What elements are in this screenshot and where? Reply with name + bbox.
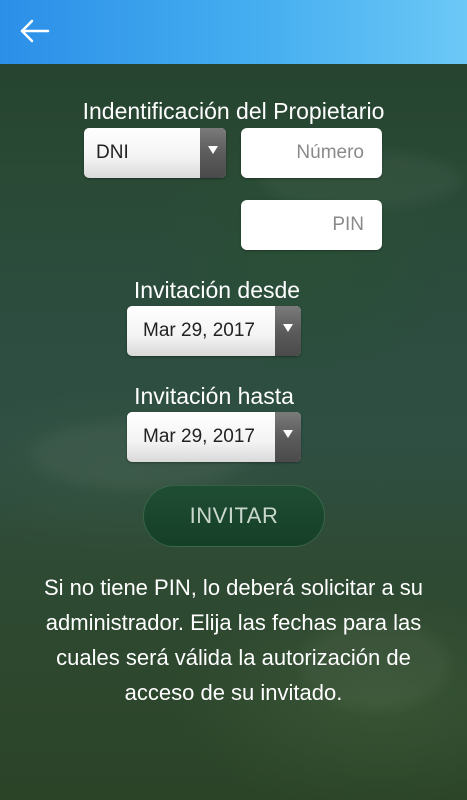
from-date-picker[interactable]: Mar 29, 2017 xyxy=(127,306,301,356)
doc-type-value: DNI xyxy=(96,142,129,163)
dropdown-toggle[interactable] xyxy=(200,128,226,178)
triangle-down-icon xyxy=(208,146,218,154)
invite-button[interactable]: INVITAR xyxy=(143,485,325,547)
doc-type-select[interactable]: DNI xyxy=(84,128,226,178)
number-field[interactable] xyxy=(241,128,382,178)
owner-id-label: Indentificación del Propietario xyxy=(82,98,385,124)
triangle-down-icon xyxy=(283,324,293,332)
from-date-value: Mar 29, 2017 xyxy=(143,320,255,341)
dropdown-toggle[interactable] xyxy=(275,412,301,462)
from-date-label: Invitación desde xyxy=(133,277,301,303)
to-date-value: Mar 29, 2017 xyxy=(143,426,255,447)
dropdown-toggle[interactable] xyxy=(275,306,301,356)
help-text: Si no tiene PIN, lo deberá solicitar a s… xyxy=(43,575,424,705)
back-button[interactable] xyxy=(18,16,52,46)
app-header xyxy=(0,0,467,64)
triangle-down-icon xyxy=(283,430,293,438)
to-date-picker[interactable]: Mar 29, 2017 xyxy=(127,412,301,462)
arrow-left-icon xyxy=(20,19,50,43)
invite-screen: Indentificación del Propietario DNI Invi… xyxy=(0,0,467,800)
pin-field[interactable] xyxy=(241,200,382,250)
to-date-label: Invitación hasta xyxy=(134,383,294,409)
